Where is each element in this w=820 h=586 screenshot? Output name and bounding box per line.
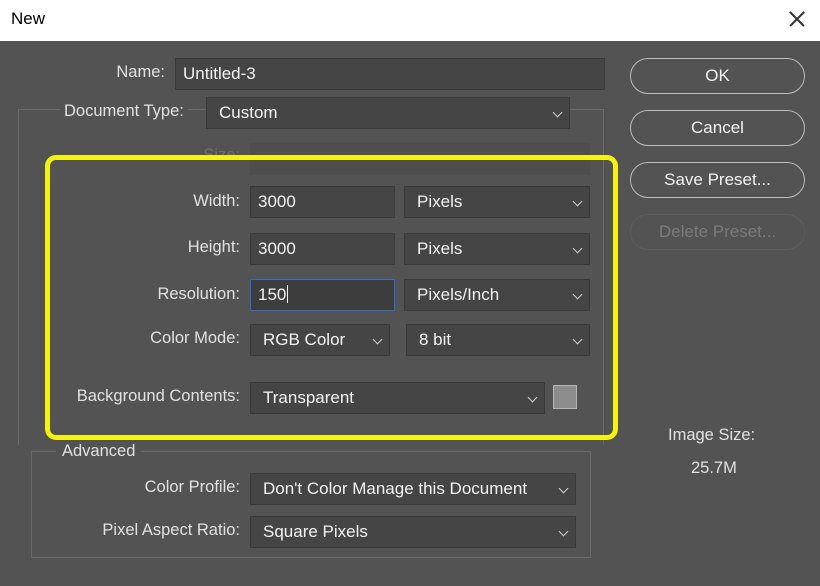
color-profile-value: Don't Color Manage this Document <box>263 479 528 498</box>
pixel-aspect-ratio-value: Square Pixels <box>263 522 368 541</box>
dialog-title: New <box>11 9 46 28</box>
color-profile-select[interactable]: Don't Color Manage this Document <box>250 473 576 505</box>
close-icon[interactable] <box>784 6 810 32</box>
title-bar: New <box>0 0 820 41</box>
name-input[interactable]: Untitled-3 <box>175 58 605 90</box>
color-profile-label: Color Profile: <box>144 478 240 496</box>
document-type-value: Custom <box>219 103 278 122</box>
pixel-aspect-ratio-label: Pixel Aspect Ratio: <box>102 521 240 539</box>
name-label: Name: <box>116 63 165 81</box>
ok-button[interactable]: OK <box>630 58 805 94</box>
chevron-down-icon <box>558 526 569 537</box>
pixel-aspect-ratio-select[interactable]: Square Pixels <box>250 516 576 548</box>
highlight-annotation <box>45 155 618 440</box>
document-type-select[interactable]: Custom <box>206 97 570 129</box>
delete-preset-button: Delete Preset... <box>630 214 805 250</box>
save-preset-button[interactable]: Save Preset... <box>630 162 805 198</box>
chevron-down-icon <box>552 107 563 118</box>
document-type-label: Document Type: <box>60 102 188 121</box>
advanced-heading: Advanced <box>56 442 142 461</box>
image-size-label: Image Size: <box>668 426 756 444</box>
chevron-down-icon <box>558 483 569 494</box>
cancel-button[interactable]: Cancel <box>630 110 805 146</box>
image-size-value: 25.7M <box>691 459 737 477</box>
